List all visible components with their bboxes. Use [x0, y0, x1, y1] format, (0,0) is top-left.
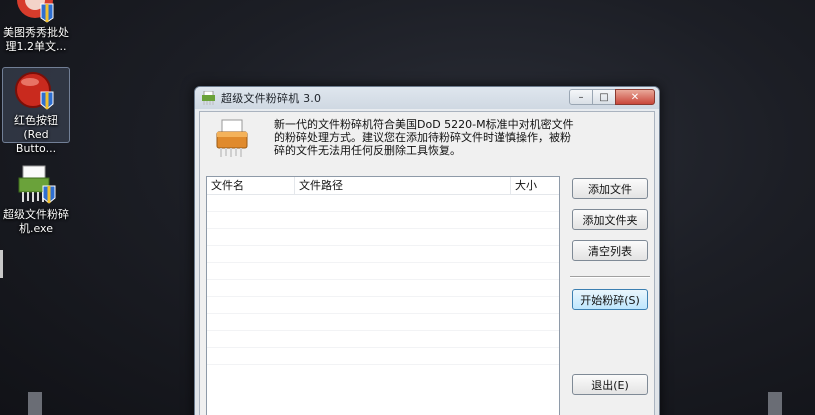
clear-list-button[interactable]: 清空列表 [572, 240, 648, 261]
window-titlebar[interactable]: 超级文件粉碎机 3.0 – □ ✕ [195, 87, 659, 109]
add-file-button[interactable]: 添加文件 [572, 178, 648, 199]
desktop-icon-label: 红色按钮 (Red Butto... [14, 114, 58, 155]
exit-button[interactable]: 退出(E) [572, 374, 648, 395]
column-header-path[interactable]: 文件路径 [295, 177, 511, 194]
list-row [207, 212, 559, 229]
add-folder-button[interactable]: 添加文件夹 [572, 209, 648, 230]
list-row [207, 348, 559, 365]
window-client-area: 新一代的文件粉碎机符合美国DoD 5220-M标准中对机密文件的粉碎处理方式。建… [199, 111, 655, 415]
description-text: 新一代的文件粉碎机符合美国DoD 5220-M标准中对机密文件的粉碎处理方式。建… [274, 118, 574, 157]
red-button-app-icon [13, 72, 59, 112]
desktop-streak [28, 392, 42, 415]
file-shredder-window: 超级文件粉碎机 3.0 – □ ✕ 新一代的文件粉碎机符合美国DoD 5220-… [194, 86, 660, 415]
desktop-streak [768, 392, 782, 415]
window-title: 超级文件粉碎机 3.0 [221, 92, 322, 105]
maximize-button[interactable]: □ [592, 89, 616, 105]
list-row [207, 229, 559, 246]
button-separator [570, 276, 650, 278]
file-shredder-app-icon [13, 160, 59, 206]
list-row [207, 297, 559, 314]
meitu-app-icon [13, 0, 59, 24]
close-button[interactable]: ✕ [615, 89, 655, 105]
list-row [207, 246, 559, 263]
list-row [207, 263, 559, 280]
desktop-icon-meitu-batch[interactable]: 美图秀秀批处 理1.2单文... [2, 0, 70, 54]
file-list-header: 文件名 文件路径 大小 [207, 177, 559, 195]
column-header-name[interactable]: 文件名 [207, 177, 295, 194]
list-row [207, 195, 559, 212]
desktop-icon-label: 美图秀秀批处 理1.2单文... [3, 26, 69, 53]
desktop-streak [0, 250, 3, 278]
desktop-icon-file-shredder[interactable]: 超级文件粉碎 机.exe [2, 160, 70, 236]
minimize-button[interactable]: – [569, 89, 593, 105]
shredder-icon [201, 90, 217, 105]
window-controls: – □ ✕ [569, 89, 655, 105]
desktop-icon-label: 超级文件粉碎 机.exe [3, 208, 69, 235]
shredder-logo-icon [214, 118, 252, 158]
list-row [207, 314, 559, 331]
desktop-icon-red-button[interactable]: 红色按钮 (Red Butto... [2, 67, 70, 155]
start-shred-button[interactable]: 开始粉碎(S) [572, 289, 648, 310]
list-row [207, 331, 559, 348]
column-header-size[interactable]: 大小 [511, 177, 559, 194]
list-row [207, 280, 559, 297]
file-list[interactable]: 文件名 文件路径 大小 [206, 176, 560, 415]
